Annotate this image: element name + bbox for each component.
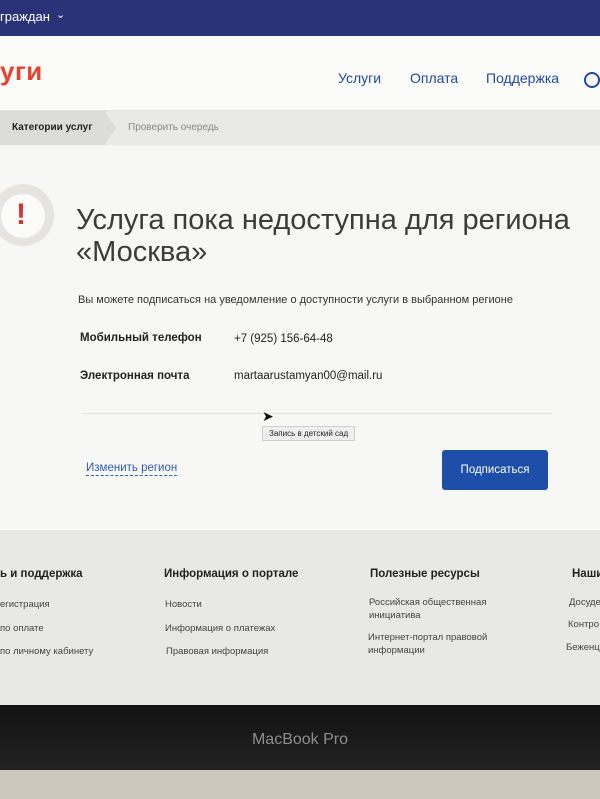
footer-link[interactable]: по оплате (0, 622, 44, 635)
footer-col3-title: Полезные ресурсы (370, 568, 480, 580)
footer-link[interactable]: по личному кабинету (0, 645, 93, 658)
desk-surface (0, 770, 600, 799)
site-header: уги Услуги Оплата Поддержка (0, 36, 600, 111)
top-bar: граждан ⌄ (0, 0, 600, 36)
email-label: Электронная почта (80, 370, 190, 382)
footer-link[interactable]: Правовая информация (166, 645, 268, 658)
page-title: Услуга пока недоступна для региона «Моск… (76, 204, 576, 268)
user-type-label[interactable]: граждан (0, 9, 50, 24)
footer-link[interactable]: Контро (568, 618, 599, 631)
breadcrumb-check-queue[interactable]: Проверить очередь (128, 122, 219, 133)
phone-label: Мобильный телефон (80, 332, 202, 344)
title-line-2: «Москва» (76, 236, 208, 268)
nav-payment[interactable]: Оплата (410, 70, 458, 86)
change-region-link[interactable]: Изменить регион (86, 462, 178, 476)
footer-col4-title: Наши (572, 568, 600, 580)
search-icon[interactable] (584, 72, 600, 88)
tooltip: Запись в детский сад (262, 426, 356, 441)
nav-services[interactable]: Услуги (338, 70, 381, 86)
chevron-down-icon[interactable]: ⌄ (56, 8, 65, 21)
footer-link[interactable]: Новости (165, 598, 202, 611)
mouse-cursor-icon: ➤ (262, 408, 274, 424)
breadcrumb: Категории услуг Проверить очередь (0, 111, 600, 145)
subscription-description: Вы можете подписаться на уведомление о д… (78, 294, 513, 306)
browser-screen: граждан ⌄ уги Услуги Оплата Поддержка Ка… (0, 0, 600, 705)
subscribe-button[interactable]: Подписаться (442, 450, 548, 490)
footer-link[interactable]: Российская общественная инициатива (369, 596, 509, 622)
form-divider (82, 413, 552, 414)
breadcrumb-categories-label: Категории услуг (12, 122, 93, 133)
title-line-1: Услуга пока недоступна для региона (76, 204, 570, 236)
exclamation-icon: ! (16, 198, 26, 231)
nav-support[interactable]: Поддержка (486, 70, 559, 86)
breadcrumb-categories[interactable]: Категории услуг (0, 111, 106, 145)
footer-link[interactable]: Досуде (569, 596, 600, 609)
footer-col2-title: Информация о портале (164, 568, 299, 580)
email-value: martaarustamyan00@mail.ru (234, 370, 383, 382)
unavailable-card: ! Услуга пока недоступна для региона «Мо… (0, 146, 600, 530)
footer-link[interactable]: Интернет-портал правовой информации (368, 631, 508, 657)
site-logo[interactable]: уги (0, 56, 43, 87)
footer-link[interactable]: егистрация (0, 598, 50, 611)
footer-link[interactable]: Беженц (566, 641, 600, 654)
site-footer: ь и поддержка егистрация по оплате по ли… (0, 530, 600, 705)
phone-value: +7 (925) 156-64-48 (234, 333, 333, 345)
laptop-bezel: MacBook Pro (0, 705, 600, 770)
footer-col1-title: ь и поддержка (0, 568, 83, 580)
laptop-brand: MacBook Pro (251, 731, 349, 748)
breadcrumb-arrow (104, 111, 116, 145)
footer-link[interactable]: Информация о платежах (165, 622, 275, 635)
